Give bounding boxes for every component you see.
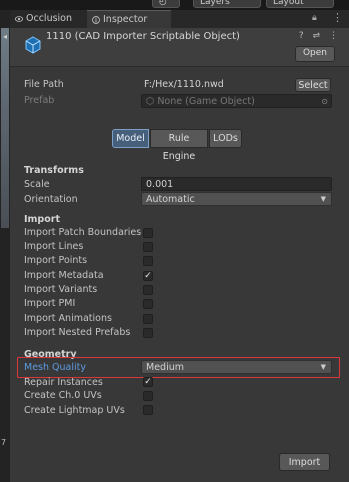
chevron-down-icon: ▼ [320,195,326,203]
prefab-field[interactable]: ⬡ None (Game Object) ⊙ [141,94,332,108]
checkmark-icon: ✓ [144,271,152,281]
tab-model[interactable]: Model [112,129,149,148]
object-picker-icon[interactable]: ⊙ [321,95,328,108]
cube-icon [25,36,41,54]
eye-icon [15,16,23,22]
more-options-icon[interactable]: ⋮ [332,11,343,24]
chevron-left-icon[interactable]: ◂ [0,32,10,41]
object-title: 1110 (CAD Importer Scriptable Object) [46,31,240,42]
option-label: Import Nested Prefabs [24,327,131,338]
open-button[interactable]: Open [294,46,335,62]
option-label: Import Variants [24,284,98,295]
import-nested-prefabs-checkbox[interactable] [143,328,153,338]
layers-dropdown[interactable]: Layers [193,0,261,8]
orientation-dropdown[interactable]: Automatic ▼ [141,192,332,206]
mesh-quality-value: Medium [146,362,184,373]
chevron-down-icon: ▼ [320,363,326,371]
more-icon[interactable]: ⋮ [329,31,341,41]
settings-icon[interactable]: ⇌ [313,31,324,41]
repair-instances-checkbox[interactable]: ✓ [143,377,153,387]
inspector-header: 1110 (CAD Importer Scriptable Object) ? … [10,28,349,67]
import-metadata-checkbox[interactable]: ✓ [143,271,153,281]
layout-dropdown[interactable]: Layout [266,0,334,8]
orientation-label: Orientation [24,194,78,205]
import-animations-checkbox[interactable] [143,314,153,324]
import-variants-checkbox[interactable] [143,285,153,295]
import-points-checkbox[interactable] [143,256,153,266]
scale-input[interactable]: 0.001 [141,177,332,191]
prefab-label: Prefab [24,95,55,106]
file-path-label: File Path [24,79,64,90]
lock-icon[interactable]: 🔒︎ [312,13,317,23]
scale-label: Scale [24,179,50,190]
file-path-value: F:/Hex/1110.nwd [144,79,224,90]
option-label: Import Points [24,255,88,266]
window-tab-bar: Occlusion Inspector 🔒︎ ⋮ [10,10,349,28]
option-label: Create Ch.0 UVs [24,390,102,401]
option-label: Repair Instances [24,377,103,388]
option-label: Import Lines [24,241,84,252]
tab-label: Inspector [103,14,148,25]
option-label: Import PMI [24,298,76,309]
option-label: Import Metadata [24,270,104,281]
tab-inspector[interactable]: Inspector [87,10,171,28]
scene-view-edge: ◂ 7 [0,10,10,482]
option-label: Import Animations [24,313,112,324]
help-icon[interactable]: ? [299,31,307,41]
history-button[interactable]: ◴ [152,0,180,8]
create-ch0-uvs-checkbox[interactable] [143,391,153,401]
prefab-icon: ⬡ [146,96,158,107]
mesh-quality-dropdown[interactable]: Medium ▼ [141,360,332,374]
import-heading: Import [24,214,60,225]
tab-label: Occlusion [26,13,73,24]
tab-rule-engine[interactable]: Rule Engine [150,129,208,162]
checkmark-icon: ✓ [144,377,152,387]
import-patch-boundaries-checkbox[interactable] [143,228,153,238]
tab-occlusion[interactable]: Occlusion [10,10,86,28]
import-button[interactable]: Import [279,453,330,471]
option-label: Import Patch Boundaries [24,227,142,238]
import-pmi-checkbox[interactable] [143,299,153,309]
prefab-value: None (Game Object) [157,96,255,107]
orientation-value: Automatic [146,194,195,205]
scene-preview-sliver [1,28,9,228]
mesh-quality-label: Mesh Quality [24,362,86,373]
tab-lods[interactable]: LODs [209,129,242,148]
console-count: 7 [1,438,7,447]
info-icon [92,16,100,24]
editor-toolbar-strip: ◴ Layers Layout [0,0,349,10]
header-icons: ? ⇌ ⋮ [299,31,341,41]
transforms-heading: Transforms [24,165,84,176]
select-button[interactable]: Select [295,78,331,92]
option-label: Create Lightmap UVs [24,405,125,416]
create-lightmap-uvs-checkbox[interactable] [143,405,153,415]
import-lines-checkbox[interactable] [143,242,153,252]
